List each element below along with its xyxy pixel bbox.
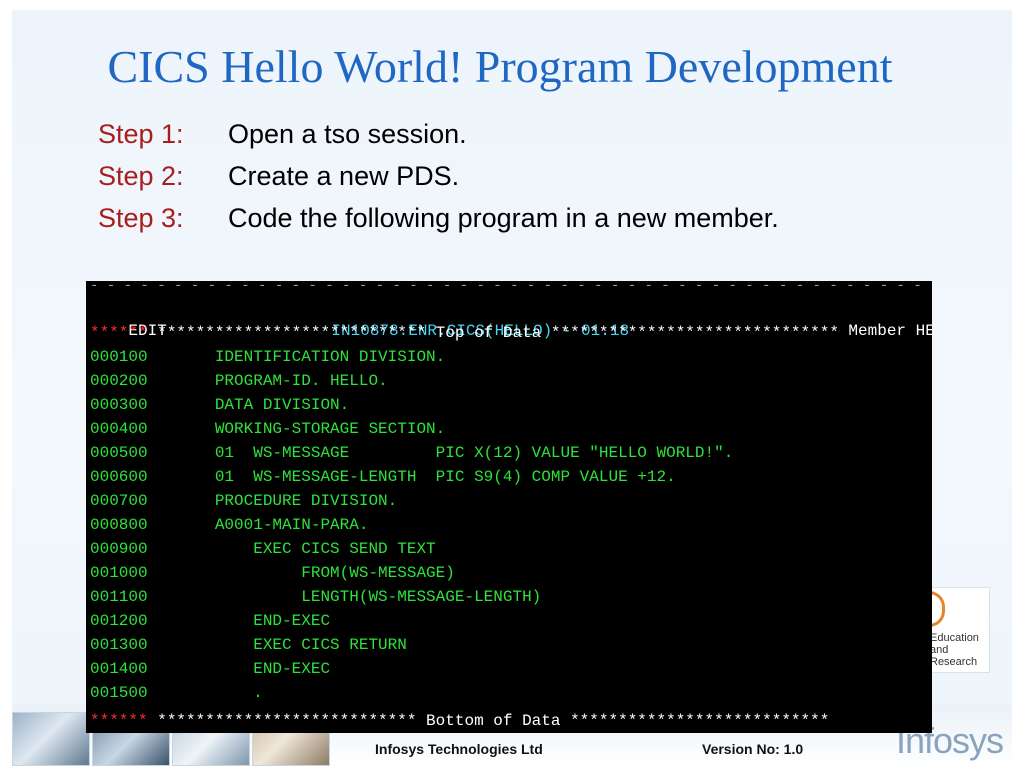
steps-list: Step 1: Open a tso session. Step 2: Create… — [98, 116, 779, 242]
line-code: . — [147, 684, 263, 702]
line-code: PROGRAM-ID. HELLO. — [147, 372, 388, 390]
line-code: IDENTIFICATION DIVISION. — [147, 348, 446, 366]
code-line: 000500 01 WS-MESSAGE PIC X(12) VALUE "HE… — [90, 442, 733, 464]
line-code: LENGTH(WS-MESSAGE-LENGTH) — [147, 588, 542, 606]
code-line: 000400 WORKING-STORAGE SECTION. — [90, 418, 445, 440]
line-code: 01 WS-MESSAGE-LENGTH PIC S9(4) COMP VALU… — [147, 468, 676, 486]
step-item: Step 3: Code the following program in a n… — [98, 200, 779, 242]
step-text: Code the following program in a new memb… — [228, 203, 779, 233]
step-item: Step 2: Create a new PDS. — [98, 158, 779, 200]
code-line: 001500 . — [90, 682, 263, 704]
line-code: FROM(WS-MESSAGE) — [147, 564, 455, 582]
terminal-dash-line: - - - - - - - - - - - - - - - - - - - - … — [90, 281, 926, 291]
step-text: Create a new PDS. — [228, 161, 460, 191]
bottom-of-data-text: *************************** Bottom of Da… — [147, 712, 830, 730]
line-number: 000500 — [90, 444, 148, 462]
code-line: 000600 01 WS-MESSAGE-LENGTH PIC S9(4) CO… — [90, 466, 676, 488]
line-number: 000700 — [90, 492, 148, 510]
code-line: 001400 END-EXEC — [90, 658, 330, 680]
code-line: 000800 A0001-MAIN-PARA. — [90, 514, 368, 536]
line-number: 001300 — [90, 636, 148, 654]
line-code: DATA DIVISION. — [147, 396, 350, 414]
code-line: 001200 END-EXEC — [90, 610, 330, 632]
line-code: WORKING-STORAGE SECTION. — [147, 420, 446, 438]
line-code: EXEC CICS RETURN — [147, 636, 407, 654]
line-number: 001500 — [90, 684, 148, 702]
code-line: 001100 LENGTH(WS-MESSAGE-LENGTH) — [90, 586, 541, 608]
line-number: 000800 — [90, 516, 148, 534]
code-line: 000700 PROCEDURE DIVISION. — [90, 490, 397, 512]
line-code: END-EXEC — [147, 612, 331, 630]
line-number: 001100 — [90, 588, 148, 606]
line-number: 000200 — [90, 372, 148, 390]
line-code: EXEC CICS SEND TEXT — [147, 540, 436, 558]
code-line: 000200 PROGRAM-ID. HELLO. — [90, 370, 388, 392]
line-number: 000300 — [90, 396, 148, 414]
step-label: Step 3: — [98, 203, 184, 233]
line-number: 000900 — [90, 540, 148, 558]
line-code: A0001-MAIN-PARA. — [147, 516, 369, 534]
line-code: PROCEDURE DIVISION. — [147, 492, 398, 510]
footer-version: Version No: 1.0 — [702, 741, 804, 757]
footer-photo — [12, 712, 90, 766]
top-of-data-line: ****** **************************** Top … — [90, 322, 839, 344]
line-marker: ****** — [90, 712, 148, 730]
line-number: 001200 — [90, 612, 148, 630]
step-label: Step 2: — [98, 161, 184, 191]
line-marker: ****** — [90, 324, 148, 342]
line-number: 000400 — [90, 420, 148, 438]
line-code: END-EXEC — [147, 660, 331, 678]
slide-title: CICS Hello World! Program Development — [107, 41, 893, 92]
terminal-screenshot: - - - - - - - - - - - - - - - - - - - - … — [86, 281, 932, 733]
line-number: 001000 — [90, 564, 148, 582]
terminal-header: EDIT — [90, 298, 166, 340]
line-number: 000600 — [90, 468, 148, 486]
step-label: Step 1: — [98, 119, 184, 149]
step-item: Step 1: Open a tso session. — [98, 116, 779, 158]
step-text: Open a tso session. — [228, 119, 467, 149]
line-number: 000100 — [90, 348, 148, 366]
code-line: 000100 IDENTIFICATION DIVISION. — [90, 346, 445, 368]
education-logo-text: Education and Research — [930, 632, 979, 668]
dataset-name: IN10878.ENR.CICS(HELLO) - 01.18 — [331, 322, 630, 340]
footer-company: Infosys Technologies Ltd — [375, 741, 543, 757]
code-line: 000300 DATA DIVISION. — [90, 394, 349, 416]
bottom-of-data-line: ****** *************************** Botto… — [90, 710, 829, 732]
line-number: 001400 — [90, 660, 148, 678]
code-line: 001300 EXEC CICS RETURN — [90, 634, 407, 656]
save-status: Member HELLO saved — [848, 322, 932, 340]
top-of-data-text: **************************** Top of Data… — [147, 324, 839, 342]
code-line: 001000 FROM(WS-MESSAGE) — [90, 562, 455, 584]
line-code: 01 WS-MESSAGE PIC X(12) VALUE "HELLO WOR… — [147, 444, 734, 462]
code-line: 000900 EXEC CICS SEND TEXT — [90, 538, 436, 560]
